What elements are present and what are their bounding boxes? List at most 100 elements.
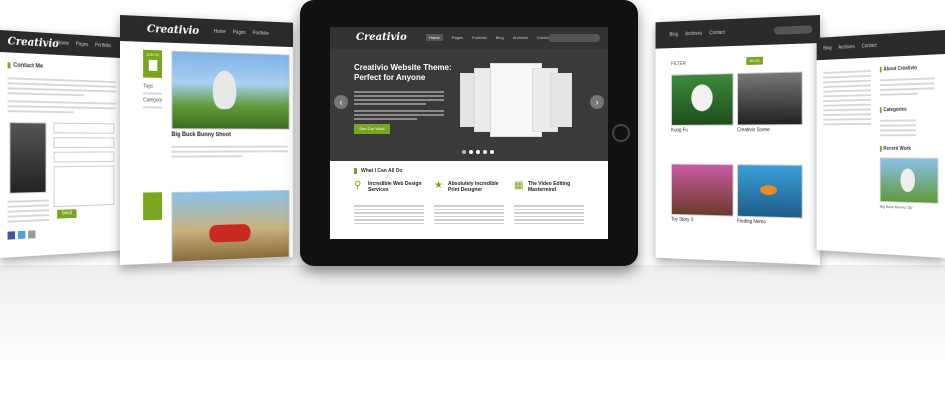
about-nav-blog[interactable]: Blog — [823, 45, 831, 51]
hero-title: Creativio Website Theme: Perfect for Any… — [354, 63, 452, 82]
slider-dot[interactable] — [469, 150, 473, 154]
contact-nav-home[interactable]: Home — [57, 40, 69, 46]
tablet-screen: Creativio Home Pages Portfolio Blog Arch… — [330, 27, 608, 239]
cars-image[interactable] — [171, 189, 290, 263]
star-icon: ★ — [434, 180, 443, 191]
recent-work-image[interactable] — [879, 157, 939, 204]
scene-image[interactable] — [737, 71, 803, 126]
nav-home[interactable]: Home — [426, 34, 443, 41]
kungfu-image[interactable] — [671, 73, 734, 126]
tablet-home-button[interactable] — [612, 124, 630, 142]
nav-blog[interactable]: Blog — [496, 35, 504, 41]
subject-field[interactable] — [53, 151, 115, 163]
service-video-text — [514, 203, 584, 226]
service-print-title[interactable]: Absolutely Incredible Print Designer — [448, 181, 508, 193]
tablet-device: Creativio Home Pages Portfolio Blog Arch… — [300, 0, 638, 266]
contact-page-preview: Creativio Home Pages Portfolio Contact M… — [0, 30, 125, 258]
date-badge-2 — [143, 192, 163, 221]
contact-logo: Creativio — [7, 34, 59, 51]
slide-right — [550, 73, 572, 127]
item3-title[interactable]: Toy Story 3 — [671, 217, 693, 223]
nav-portfolio[interactable]: Portfolio — [472, 35, 487, 41]
nav-pages[interactable]: Pages — [452, 35, 463, 41]
floor-reflection — [0, 265, 945, 418]
send-button[interactable]: Send — [57, 209, 77, 219]
about-text — [879, 74, 935, 98]
contact-nav-portfolio[interactable]: Portfolio — [95, 43, 111, 50]
contact-intro — [7, 74, 116, 117]
hero-text — [354, 89, 444, 122]
facebook-icon[interactable] — [7, 231, 16, 240]
promo-banner: Creativio Home Pages Portfolio Contact M… — [0, 0, 945, 418]
hero-slider: Creativio Website Theme: Perfect for Any… — [330, 49, 608, 161]
date-label: JUN 15 — [146, 51, 159, 58]
post1-excerpt — [171, 143, 288, 161]
portfolio-nav-blog[interactable]: Blog — [669, 32, 678, 38]
site-header: Creativio Home Pages Portfolio Blog Arch… — [330, 27, 608, 49]
blog-nav-portfolio[interactable]: Portfolio — [253, 30, 269, 36]
portfolio-header: Blog Archives Contact — [655, 15, 820, 49]
post1-title[interactable]: Big Buck Bunny Shoot — [171, 132, 230, 138]
blog-nav-home[interactable]: Home — [214, 29, 226, 35]
toystory-image[interactable] — [671, 163, 734, 217]
item1-title[interactable]: Creativio Scene — [737, 127, 770, 133]
contact-photo — [9, 122, 47, 194]
about-heading: About Creativio — [879, 65, 918, 73]
slider-dot[interactable] — [476, 150, 480, 154]
twitter-icon[interactable] — [17, 230, 26, 240]
service-video-title[interactable]: The Video Editing Mastermind — [528, 181, 588, 193]
blog-logo: Creativio — [146, 22, 200, 37]
blog-nav: Home Pages Portfolio — [214, 29, 269, 37]
recent-work-heading: Recent Work — [879, 145, 911, 152]
nemo-image[interactable] — [737, 164, 803, 219]
recent-work-caption: Big Buck Bunny Clip — [879, 203, 913, 210]
contact-nav: Home Pages Portfolio — [57, 40, 111, 49]
bunny-image[interactable] — [171, 50, 290, 130]
nav-archives[interactable]: Archives — [513, 35, 528, 41]
portfolio-page-preview: Blog Archives Contact FILTER BLOG Kung F… — [655, 15, 820, 265]
service-print-text — [434, 203, 504, 226]
fish-figure — [760, 185, 778, 196]
item2-title[interactable]: Kung Fu — [671, 128, 688, 134]
item4-title[interactable]: Finding Nemo — [737, 219, 766, 226]
portfolio-nav-archives[interactable]: Archives — [685, 31, 702, 37]
date-badge: JUN 15 — [143, 49, 163, 78]
portfolio-tab[interactable]: BLOG — [746, 56, 763, 66]
hero-slides — [460, 63, 572, 137]
search-icon: ⚲ — [354, 180, 362, 191]
message-field[interactable] — [53, 165, 115, 208]
contact-form — [53, 122, 115, 208]
blog-header: Creativio Home Pages Portfolio — [120, 15, 293, 48]
contact-nav-pages[interactable]: Pages — [76, 41, 88, 47]
see-our-work-button[interactable]: See Our Work — [354, 124, 390, 134]
slider-dot[interactable] — [462, 150, 466, 154]
slider-dots — [462, 150, 494, 154]
prev-arrow-icon[interactable]: ‹ — [334, 95, 348, 109]
bunny-figure — [212, 70, 237, 110]
service-web-title[interactable]: Incredible Web Design Services — [368, 181, 428, 193]
blog-nav-pages[interactable]: Pages — [233, 30, 246, 36]
slider-dot[interactable] — [483, 150, 487, 154]
about-nav-archives[interactable]: Archives — [838, 44, 854, 51]
slider-dot[interactable] — [490, 150, 494, 154]
about-main-col — [823, 67, 872, 128]
service-web-text — [354, 203, 424, 226]
meta-tags: Tags — [143, 83, 154, 90]
portfolio-search[interactable] — [774, 25, 813, 35]
site-nav: Home Pages Portfolio Blog Archives Conta… — [426, 34, 551, 41]
search-input[interactable] — [548, 34, 600, 42]
email-field[interactable] — [53, 137, 115, 148]
portfolio-filter[interactable]: FILTER — [671, 61, 686, 67]
name-field[interactable] — [53, 122, 115, 134]
categories-list — [879, 116, 916, 139]
next-arrow-icon[interactable]: › — [590, 95, 604, 109]
portfolio-nav-contact[interactable]: Contact — [709, 30, 725, 36]
site-logo[interactable]: Creativio — [356, 32, 407, 43]
about-page-preview: Blog Archives Contact About Creativio Ca… — [816, 30, 945, 258]
about-nav-contact[interactable]: Contact — [862, 43, 877, 50]
contact-address — [7, 197, 50, 226]
services-section: What I Can All Do ⚲ Incredible Web Desig… — [330, 161, 608, 239]
mail-icon[interactable] — [28, 230, 36, 239]
about-header: Blog Archives Contact — [816, 30, 945, 61]
categories-heading: Categories — [879, 106, 907, 114]
